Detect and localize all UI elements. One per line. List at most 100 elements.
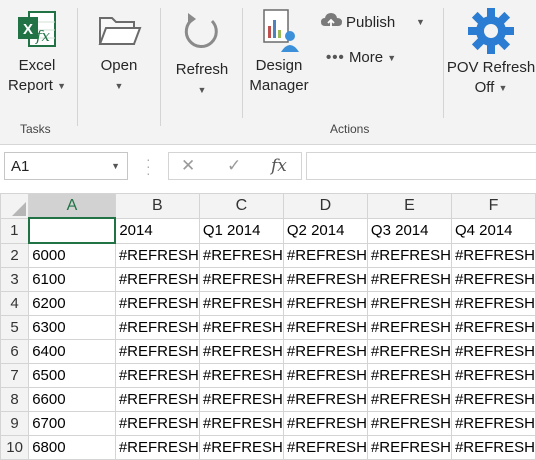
cell-a3[interactable]: 6100	[28, 267, 116, 292]
cell-e2[interactable]: #REFRESH	[366, 242, 452, 268]
cell-d9[interactable]: #REFRESH	[282, 411, 368, 436]
cell-c3[interactable]: #REFRESH	[198, 267, 284, 292]
cell-f1[interactable]: Q4 2014	[450, 217, 536, 244]
pov-refresh-button[interactable]: POV Refresh Off ▼	[446, 4, 536, 98]
row-header[interactable]: 9	[0, 411, 30, 436]
group-label-tasks: Tasks	[20, 122, 51, 136]
row-header[interactable]: 6	[0, 339, 30, 364]
cell-e6[interactable]: #REFRESH	[366, 339, 452, 364]
cell-d6[interactable]: #REFRESH	[282, 339, 368, 364]
column-header-f[interactable]: F	[450, 193, 536, 219]
cell-e1[interactable]: Q3 2014	[366, 217, 452, 244]
refresh-button[interactable]: Refresh ▼	[168, 6, 236, 100]
cell-a6[interactable]: 6400	[28, 339, 116, 364]
cell-b5[interactable]: #REFRESH	[114, 315, 200, 340]
excel-report-label-2: Report	[7, 77, 53, 94]
cell-f6[interactable]: #REFRESH	[450, 339, 536, 364]
cell-e3[interactable]: #REFRESH	[366, 267, 452, 292]
chevron-down-icon: ▼	[416, 17, 425, 27]
formula-input[interactable]	[306, 152, 536, 180]
cell-c1[interactable]: Q1 2014	[198, 217, 284, 244]
column-header-b[interactable]: B	[114, 193, 200, 219]
insert-function-icon[interactable]: fx	[271, 156, 287, 176]
cell-e9[interactable]: #REFRESH	[366, 411, 452, 436]
cell-c7[interactable]: #REFRESH	[198, 363, 284, 388]
cell-d3[interactable]: #REFRESH	[282, 267, 368, 292]
more-button[interactable]: ••• More ▼	[326, 48, 406, 68]
cell-c6[interactable]: #REFRESH	[198, 339, 284, 364]
cell-b9[interactable]: #REFRESH	[114, 411, 200, 436]
cell-d1[interactable]: Q2 2014	[282, 217, 368, 244]
column-header-d[interactable]: D	[282, 193, 368, 219]
cell-c2[interactable]: #REFRESH	[198, 242, 284, 268]
cell-a9[interactable]: 6700	[28, 411, 116, 436]
more-label: More	[348, 49, 384, 66]
cancel-icon[interactable]: ✕	[181, 156, 195, 176]
cell-e7[interactable]: #REFRESH	[366, 363, 452, 388]
cell-b1[interactable]: 2014	[114, 217, 200, 244]
cell-e4[interactable]: #REFRESH	[366, 291, 452, 316]
cell-f10[interactable]: #REFRESH	[450, 435, 536, 460]
cell-a2[interactable]: 6000	[28, 242, 116, 268]
cell-f7[interactable]: #REFRESH	[450, 363, 536, 388]
chevron-down-icon: ▼	[498, 83, 508, 94]
row-header[interactable]: 7	[0, 363, 30, 388]
cell-c4[interactable]: #REFRESH	[198, 291, 284, 316]
select-all-corner[interactable]	[0, 193, 30, 219]
cell-c9[interactable]: #REFRESH	[198, 411, 284, 436]
cell-a7[interactable]: 6500	[28, 363, 116, 388]
cell-c8[interactable]: #REFRESH	[198, 387, 284, 412]
cell-e10[interactable]: #REFRESH	[366, 435, 452, 460]
cell-b6[interactable]: #REFRESH	[114, 339, 200, 364]
cell-d2[interactable]: #REFRESH	[282, 242, 368, 268]
name-box[interactable]: A1 ▼	[4, 152, 128, 180]
cell-b2[interactable]: #REFRESH	[114, 242, 200, 268]
cell-c10[interactable]: #REFRESH	[198, 435, 284, 460]
gear-icon	[446, 4, 536, 58]
cell-a5[interactable]: 6300	[28, 315, 116, 340]
cell-e8[interactable]: #REFRESH	[366, 387, 452, 412]
row-header[interactable]: 5	[0, 315, 30, 340]
cell-b7[interactable]: #REFRESH	[114, 363, 200, 388]
open-button[interactable]: Open ▼	[88, 6, 150, 96]
formula-bar: A1 ▼ · · · ✕ ✓ fx	[0, 150, 536, 184]
cell-f9[interactable]: #REFRESH	[450, 411, 536, 436]
enter-icon[interactable]: ✓	[227, 156, 241, 176]
cell-b3[interactable]: #REFRESH	[114, 267, 200, 292]
row-header[interactable]: 2	[0, 242, 30, 268]
cell-d4[interactable]: #REFRESH	[282, 291, 368, 316]
cell-f4[interactable]: #REFRESH	[450, 291, 536, 316]
column-header-e[interactable]: E	[366, 193, 452, 219]
column-header-c[interactable]: C	[198, 193, 284, 219]
cell-f8[interactable]: #REFRESH	[450, 387, 536, 412]
pov-refresh-label-2: Off	[474, 79, 495, 96]
row-header[interactable]: 3	[0, 267, 30, 292]
cell-a8[interactable]: 6600	[28, 387, 116, 412]
excel-report-button[interactable]: fx X Excel Report ▼	[6, 6, 68, 96]
column-header-a[interactable]: A	[28, 193, 116, 219]
chevron-down-icon[interactable]: ▼	[111, 161, 120, 171]
cell-f3[interactable]: #REFRESH	[450, 267, 536, 292]
cell-b10[interactable]: #REFRESH	[114, 435, 200, 460]
cell-d10[interactable]: #REFRESH	[282, 435, 368, 460]
row-header[interactable]: 8	[0, 387, 30, 412]
cell-d8[interactable]: #REFRESH	[282, 387, 368, 412]
cell-a4[interactable]: 6200	[28, 291, 116, 316]
cell-c5[interactable]: #REFRESH	[198, 315, 284, 340]
cell-b4[interactable]: #REFRESH	[114, 291, 200, 316]
cell-f2[interactable]: #REFRESH	[450, 242, 536, 268]
cell-d5[interactable]: #REFRESH	[282, 315, 368, 340]
cell-e5[interactable]: #REFRESH	[366, 315, 452, 340]
row-header[interactable]: 10	[0, 435, 30, 460]
cell-a1[interactable]	[27, 217, 117, 244]
cell-b8[interactable]: #REFRESH	[114, 387, 200, 412]
design-manager-button[interactable]: Design Manager	[246, 6, 312, 96]
row-header[interactable]: 4	[0, 291, 30, 316]
table-row: 8 6600 #REFRESH #REFRESH #REFRESH #REFRESH #RE…	[0, 387, 536, 412]
row-header[interactable]: 1	[0, 217, 30, 244]
cell-a10[interactable]: 6800	[28, 435, 116, 460]
cell-d7[interactable]: #REFRESH	[282, 363, 368, 388]
cell-f5[interactable]: #REFRESH	[450, 315, 536, 340]
folder-open-icon	[88, 6, 150, 56]
publish-button[interactable]: Publish ▼	[320, 10, 432, 36]
